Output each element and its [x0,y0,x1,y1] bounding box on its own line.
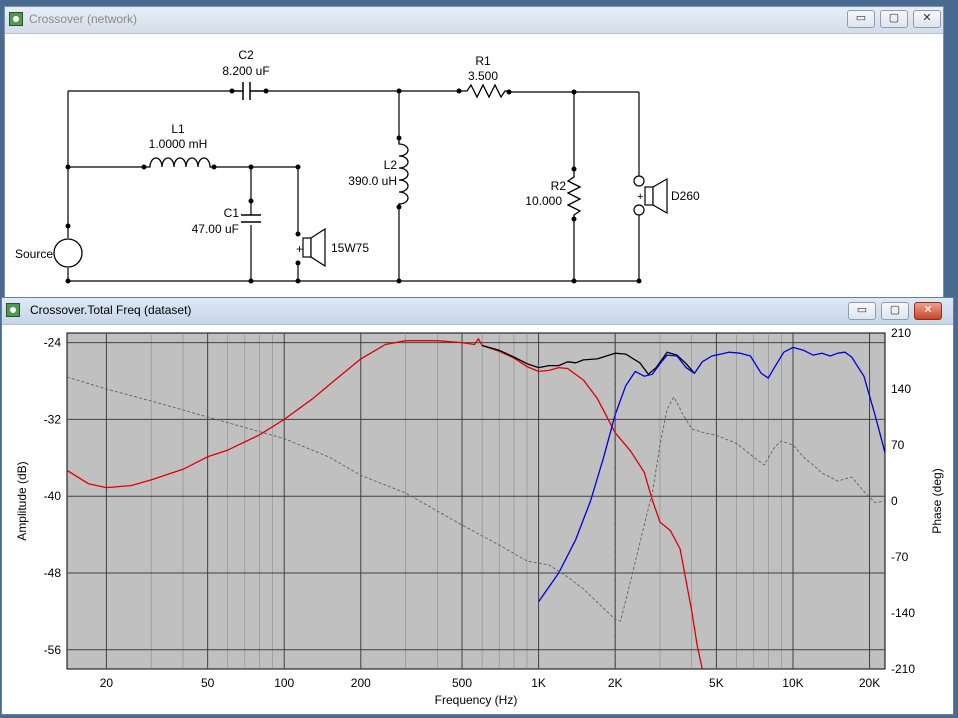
x-tick-label: 200 [351,676,371,690]
inductor-l2[interactable] [398,138,409,207]
r2-value: 10.000 [525,194,562,208]
x-tick-label: 500 [452,676,472,690]
app-icon [9,12,23,26]
y-right-tick-label: 140 [891,382,911,396]
network-window: Crossover (network) ▭ ▢ ✕ + + C2 8.200 u… [4,6,944,298]
resistor-r2[interactable] [566,169,582,219]
x-tick-label: 50 [201,676,215,690]
network-titlebar[interactable]: Crossover (network) ▭ ▢ ✕ [5,7,943,34]
minimize-button[interactable]: ▭ [847,10,875,28]
capacitor-c2[interactable] [232,82,266,100]
y-left-axis-label: Amplitude (dB) [15,461,29,540]
minimize-button[interactable]: ▭ [848,302,876,320]
source-label: Source [15,247,53,261]
tweeter-plus-sign: + [637,191,643,203]
x-axis-label: Frequency (Hz) [435,693,518,707]
x-tick-label: 100 [274,676,294,690]
close-button[interactable]: ✕ [914,302,942,320]
plot-window: Crossover.Total Freq (dataset) ▭ ▢ ✕ 20 5… [1,297,954,715]
x-tick-label: 20 [100,676,114,690]
maximize-button[interactable]: ▢ [880,10,908,28]
plot-titlebar[interactable]: Crossover.Total Freq (dataset) ▭ ▢ ✕ [2,298,953,325]
c1-value: 47.00 uF [192,222,239,236]
woofer-plus-sign: + [296,242,303,256]
y-left-tick-label: -24 [44,336,62,350]
speaker-15w75-icon[interactable] [302,227,326,268]
l1-name: L1 [171,122,185,136]
x-tick-label: 1K [531,676,546,690]
x-tick-label: 20K [859,676,880,690]
x-tick-label: 5K [709,676,724,690]
x-tick-label: 10K [782,676,803,690]
l1-value: 1.0000 mH [149,137,208,151]
y-right-tick-label: 0 [891,494,898,508]
resistor-r1[interactable] [459,83,509,99]
c2-value: 8.200 uF [222,64,269,78]
y-right-tick-label: -140 [891,606,915,620]
plot-area [66,332,886,670]
x-tick-label: 2K [608,676,623,690]
l2-name: L2 [384,158,398,172]
close-button[interactable]: ✕ [913,10,941,28]
inductor-l1[interactable] [144,157,214,168]
maximize-button[interactable]: ▢ [881,302,909,320]
r2-name: R2 [551,179,567,193]
y-left-tick-label: -48 [44,566,62,580]
tweeter-label: D260 [671,189,700,203]
y-left-tick-label: -32 [44,412,62,426]
y-left-tick-label: -40 [44,489,62,503]
y-right-tick-label: 70 [891,438,905,452]
y-right-tick-label: -70 [891,550,909,564]
r1-name: R1 [475,54,491,68]
y-right-axis-label: Phase (deg) [930,468,944,533]
app-icon [6,303,20,317]
y-right-tick-label: 210 [891,326,911,340]
y-right-tick-label: -210 [891,662,915,676]
network-window-title: Crossover (network) [29,12,138,26]
schematic-canvas[interactable]: + + C2 8.200 uF R1 3.500 L1 1.0000 mH L2… [5,34,943,298]
frequency-response-chart[interactable]: 20 50 100 200 500 1K 2K 5K 10K 20K -24 -32 -40 -48 -56… [2,326,953,714]
c1-name: C1 [224,206,240,220]
c2-name: C2 [238,48,254,62]
l2-value: 390.0 uH [348,174,397,188]
woofer-label: 15W75 [331,241,369,255]
plot-window-title: Crossover.Total Freq (dataset) [30,303,192,317]
y-left-tick-label: -56 [44,643,62,657]
r1-value: 3.500 [468,69,498,83]
source-symbol[interactable] [53,238,83,268]
capacitor-c1[interactable] [241,214,261,223]
